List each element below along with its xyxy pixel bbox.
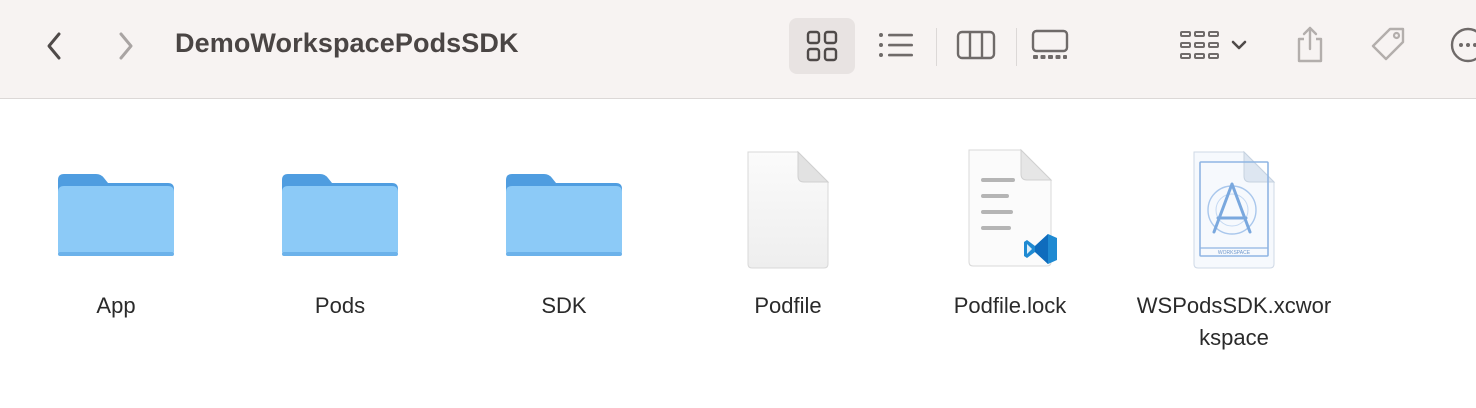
file-item-label: Pods xyxy=(314,293,366,318)
file-item-label: Podfile.lock xyxy=(953,293,1067,318)
document-icon xyxy=(747,150,830,269)
file-item-label: SDK xyxy=(541,293,587,318)
file-item-podfile-lock[interactable]: Podfile.lock xyxy=(898,140,1122,370)
view-as-icons-button[interactable] xyxy=(789,18,855,74)
gallery-icon xyxy=(1031,29,1069,59)
group-grid-icon xyxy=(1180,31,1219,59)
folder-icon xyxy=(506,174,622,256)
group-by-button[interactable] xyxy=(1172,22,1256,68)
tag-icon xyxy=(1371,27,1405,61)
chevron-left-icon xyxy=(47,32,61,60)
grid-icon xyxy=(806,30,838,62)
tags-button[interactable] xyxy=(1362,20,1414,70)
xcode-workspace-icon: WORKSPACE xyxy=(1193,150,1276,269)
folder-icon xyxy=(58,174,174,256)
more-actions-button[interactable] xyxy=(1442,20,1476,70)
list-icon xyxy=(879,33,913,57)
file-item-label: Podfile xyxy=(754,293,822,318)
file-item-label: App xyxy=(96,293,136,318)
chevron-down-icon xyxy=(1231,40,1247,50)
file-item-xcworkspace[interactable]: WORKSPACE WSPodsSDK.xcworkspace xyxy=(1122,140,1346,370)
file-item-label: WSPodsSDK.xcworkspace xyxy=(1136,293,1332,350)
view-as-list-button[interactable] xyxy=(868,22,924,68)
vscode-document-icon xyxy=(968,148,1057,267)
file-item-sdk[interactable]: SDK xyxy=(452,140,676,370)
toolbar-separator xyxy=(936,28,937,66)
back-button[interactable] xyxy=(36,26,72,66)
file-item-podfile[interactable]: Podfile xyxy=(676,140,900,370)
ellipsis-icon xyxy=(1450,27,1476,63)
toolbar-separator xyxy=(1016,28,1017,66)
file-item-app[interactable]: App xyxy=(4,140,228,370)
window-title: DemoWorkspacePodsSDK xyxy=(175,28,519,58)
finder-toolbar: DemoWorkspacePodsSDK xyxy=(0,0,1476,99)
share-button[interactable] xyxy=(1284,20,1336,70)
share-icon xyxy=(1297,26,1323,63)
workspace-badge-text: WORKSPACE xyxy=(1218,250,1251,256)
file-item-pods[interactable]: Pods xyxy=(228,140,452,370)
chevron-right-icon xyxy=(119,32,133,60)
forward-button[interactable] xyxy=(108,26,144,66)
folder-icon xyxy=(282,174,398,256)
view-as-columns-button[interactable] xyxy=(948,22,1004,68)
view-as-gallery-button[interactable] xyxy=(1022,22,1078,68)
columns-icon xyxy=(956,30,996,60)
